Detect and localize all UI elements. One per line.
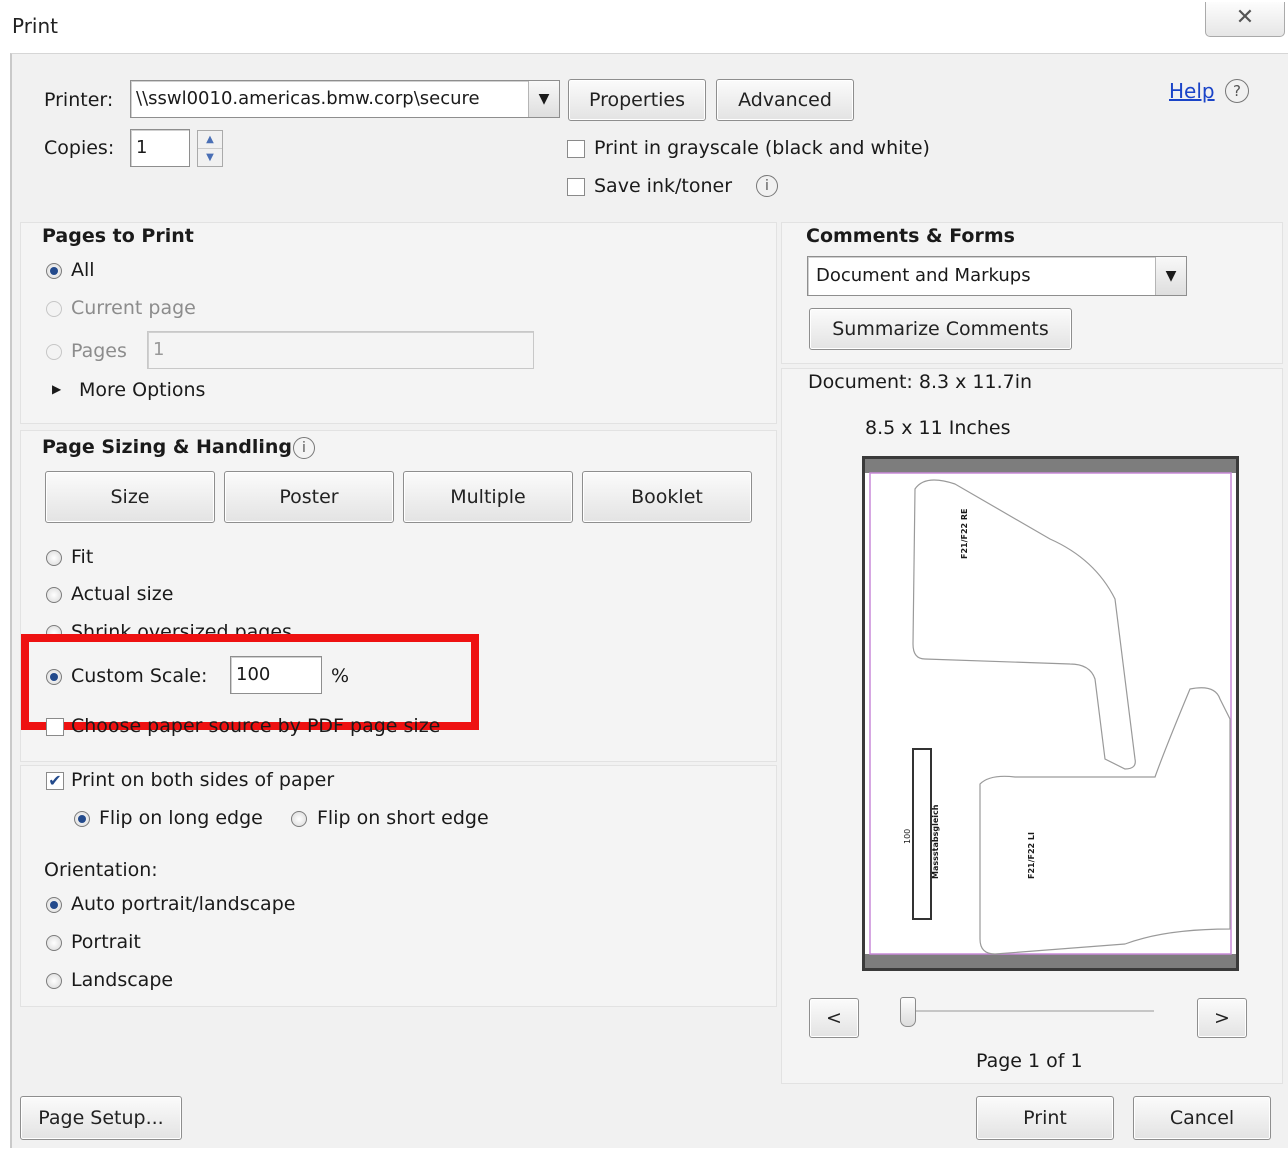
printer-label: Printer: [44,89,114,111]
scale-bar-name: Massstabsgleich [931,804,940,879]
radio-pages[interactable] [46,344,62,360]
radio-all[interactable] [46,263,62,279]
page-sizing-heading: Page Sizing & Handling [42,436,293,458]
paper-size-label: 8.5 x 11 Inches [865,417,1011,439]
document-size-label: Document: 8.3 x 11.7in [808,371,1033,393]
portrait-label: Portrait [71,931,141,953]
close-icon: ✕ [1235,5,1255,30]
scale-bar-value: 100 [903,828,912,844]
save-ink-label: Save ink/toner [594,175,733,197]
pages-range-input[interactable]: 1 [147,331,534,369]
expand-arrow-icon[interactable]: ▶ [52,382,61,396]
help-link[interactable]: Help [1169,79,1215,103]
actual-size-label: Actual size [71,583,174,605]
tab-booklet[interactable]: Booklet [582,471,752,523]
flip-long-edge-label: Flip on long edge [99,807,263,829]
paper-source-checkbox[interactable] [46,718,64,736]
radio-landscape[interactable] [46,973,62,989]
more-options-toggle[interactable]: More Options [79,379,205,401]
comments-forms-value: Document and Markups [816,265,1031,286]
zoom-slider-handle[interactable] [900,997,916,1027]
tab-size[interactable]: Size [45,471,215,523]
save-ink-checkbox[interactable] [567,178,585,196]
comments-forms-select[interactable]: Document and Markups ▼ [807,256,1187,296]
paper-source-label: Choose paper source by PDF page size [71,715,441,737]
page-setup-button[interactable]: Page Setup... [20,1096,182,1140]
stepper-down-icon[interactable]: ▼ [198,149,222,166]
advanced-button[interactable]: Advanced [716,79,854,121]
radio-flip-short-edge[interactable] [291,811,307,827]
custom-scale-input[interactable]: 100 [230,656,322,694]
previous-page-button[interactable]: < [809,998,859,1038]
radio-custom-scale[interactable] [46,669,62,685]
pages-to-print-heading: Pages to Print [42,225,194,247]
radio-auto-orientation[interactable] [46,897,62,913]
print-button[interactable]: Print [976,1096,1114,1140]
dialog-title: Print [12,14,59,38]
stepper-up-icon[interactable]: ▲ [198,131,222,149]
info-icon[interactable]: i [756,175,778,197]
next-page-button[interactable]: > [1197,998,1247,1038]
info-icon[interactable]: i [293,437,315,459]
printer-value: \\sswl0010.americas.bmw.corp\secure [136,88,480,109]
all-label: All [71,259,95,281]
copies-stepper[interactable]: ▲ ▼ [197,130,223,167]
close-button[interactable]: ✕ [1205,2,1285,37]
flip-short-edge-label: Flip on short edge [317,807,489,829]
part-label-right: F21/F22 RE [960,508,969,559]
comments-forms-heading: Comments & Forms [806,225,1015,247]
both-sides-checkbox[interactable]: ✔ [46,772,64,790]
both-sides-label: Print on both sides of paper [71,769,335,791]
fit-label: Fit [71,546,94,568]
custom-scale-label: Custom Scale: [71,665,208,687]
radio-fit[interactable] [46,550,62,566]
properties-button[interactable]: Properties [568,79,706,121]
tab-poster[interactable]: Poster [224,471,394,523]
help-icon[interactable]: ? [1225,79,1249,103]
copies-input[interactable]: 1 [130,129,190,167]
orientation-heading: Orientation: [44,859,158,881]
current-page-label: Current page [71,297,196,319]
auto-orientation-label: Auto portrait/landscape [71,893,296,915]
title-bar [0,0,1288,52]
page-preview-graphic [865,459,1236,968]
zoom-slider-track[interactable] [902,1010,1154,1012]
printer-select[interactable]: \\sswl0010.americas.bmw.corp\secure ▼ [130,80,560,118]
radio-actual-size[interactable] [46,587,62,603]
summarize-comments-button[interactable]: Summarize Comments [809,308,1072,350]
percent-label: % [331,665,350,687]
pages-label: Pages [71,340,127,362]
chevron-down-icon: ▼ [1155,257,1186,295]
grayscale-checkbox[interactable] [567,140,585,158]
page-preview: F21/F22 RE F21/F22 LI 100 Massstabsgleic… [862,456,1239,971]
radio-current-page[interactable] [46,301,62,317]
tab-multiple[interactable]: Multiple [403,471,573,523]
part-label-left: F21/F22 LI [1027,832,1036,879]
radio-portrait[interactable] [46,935,62,951]
grayscale-label: Print in grayscale (black and white) [594,137,930,159]
radio-flip-long-edge[interactable] [74,811,90,827]
page-indicator: Page 1 of 1 [976,1050,1083,1072]
copies-label: Copies: [44,137,115,159]
cancel-button[interactable]: Cancel [1133,1096,1271,1140]
chevron-down-icon: ▼ [528,81,559,117]
landscape-label: Landscape [71,969,174,991]
